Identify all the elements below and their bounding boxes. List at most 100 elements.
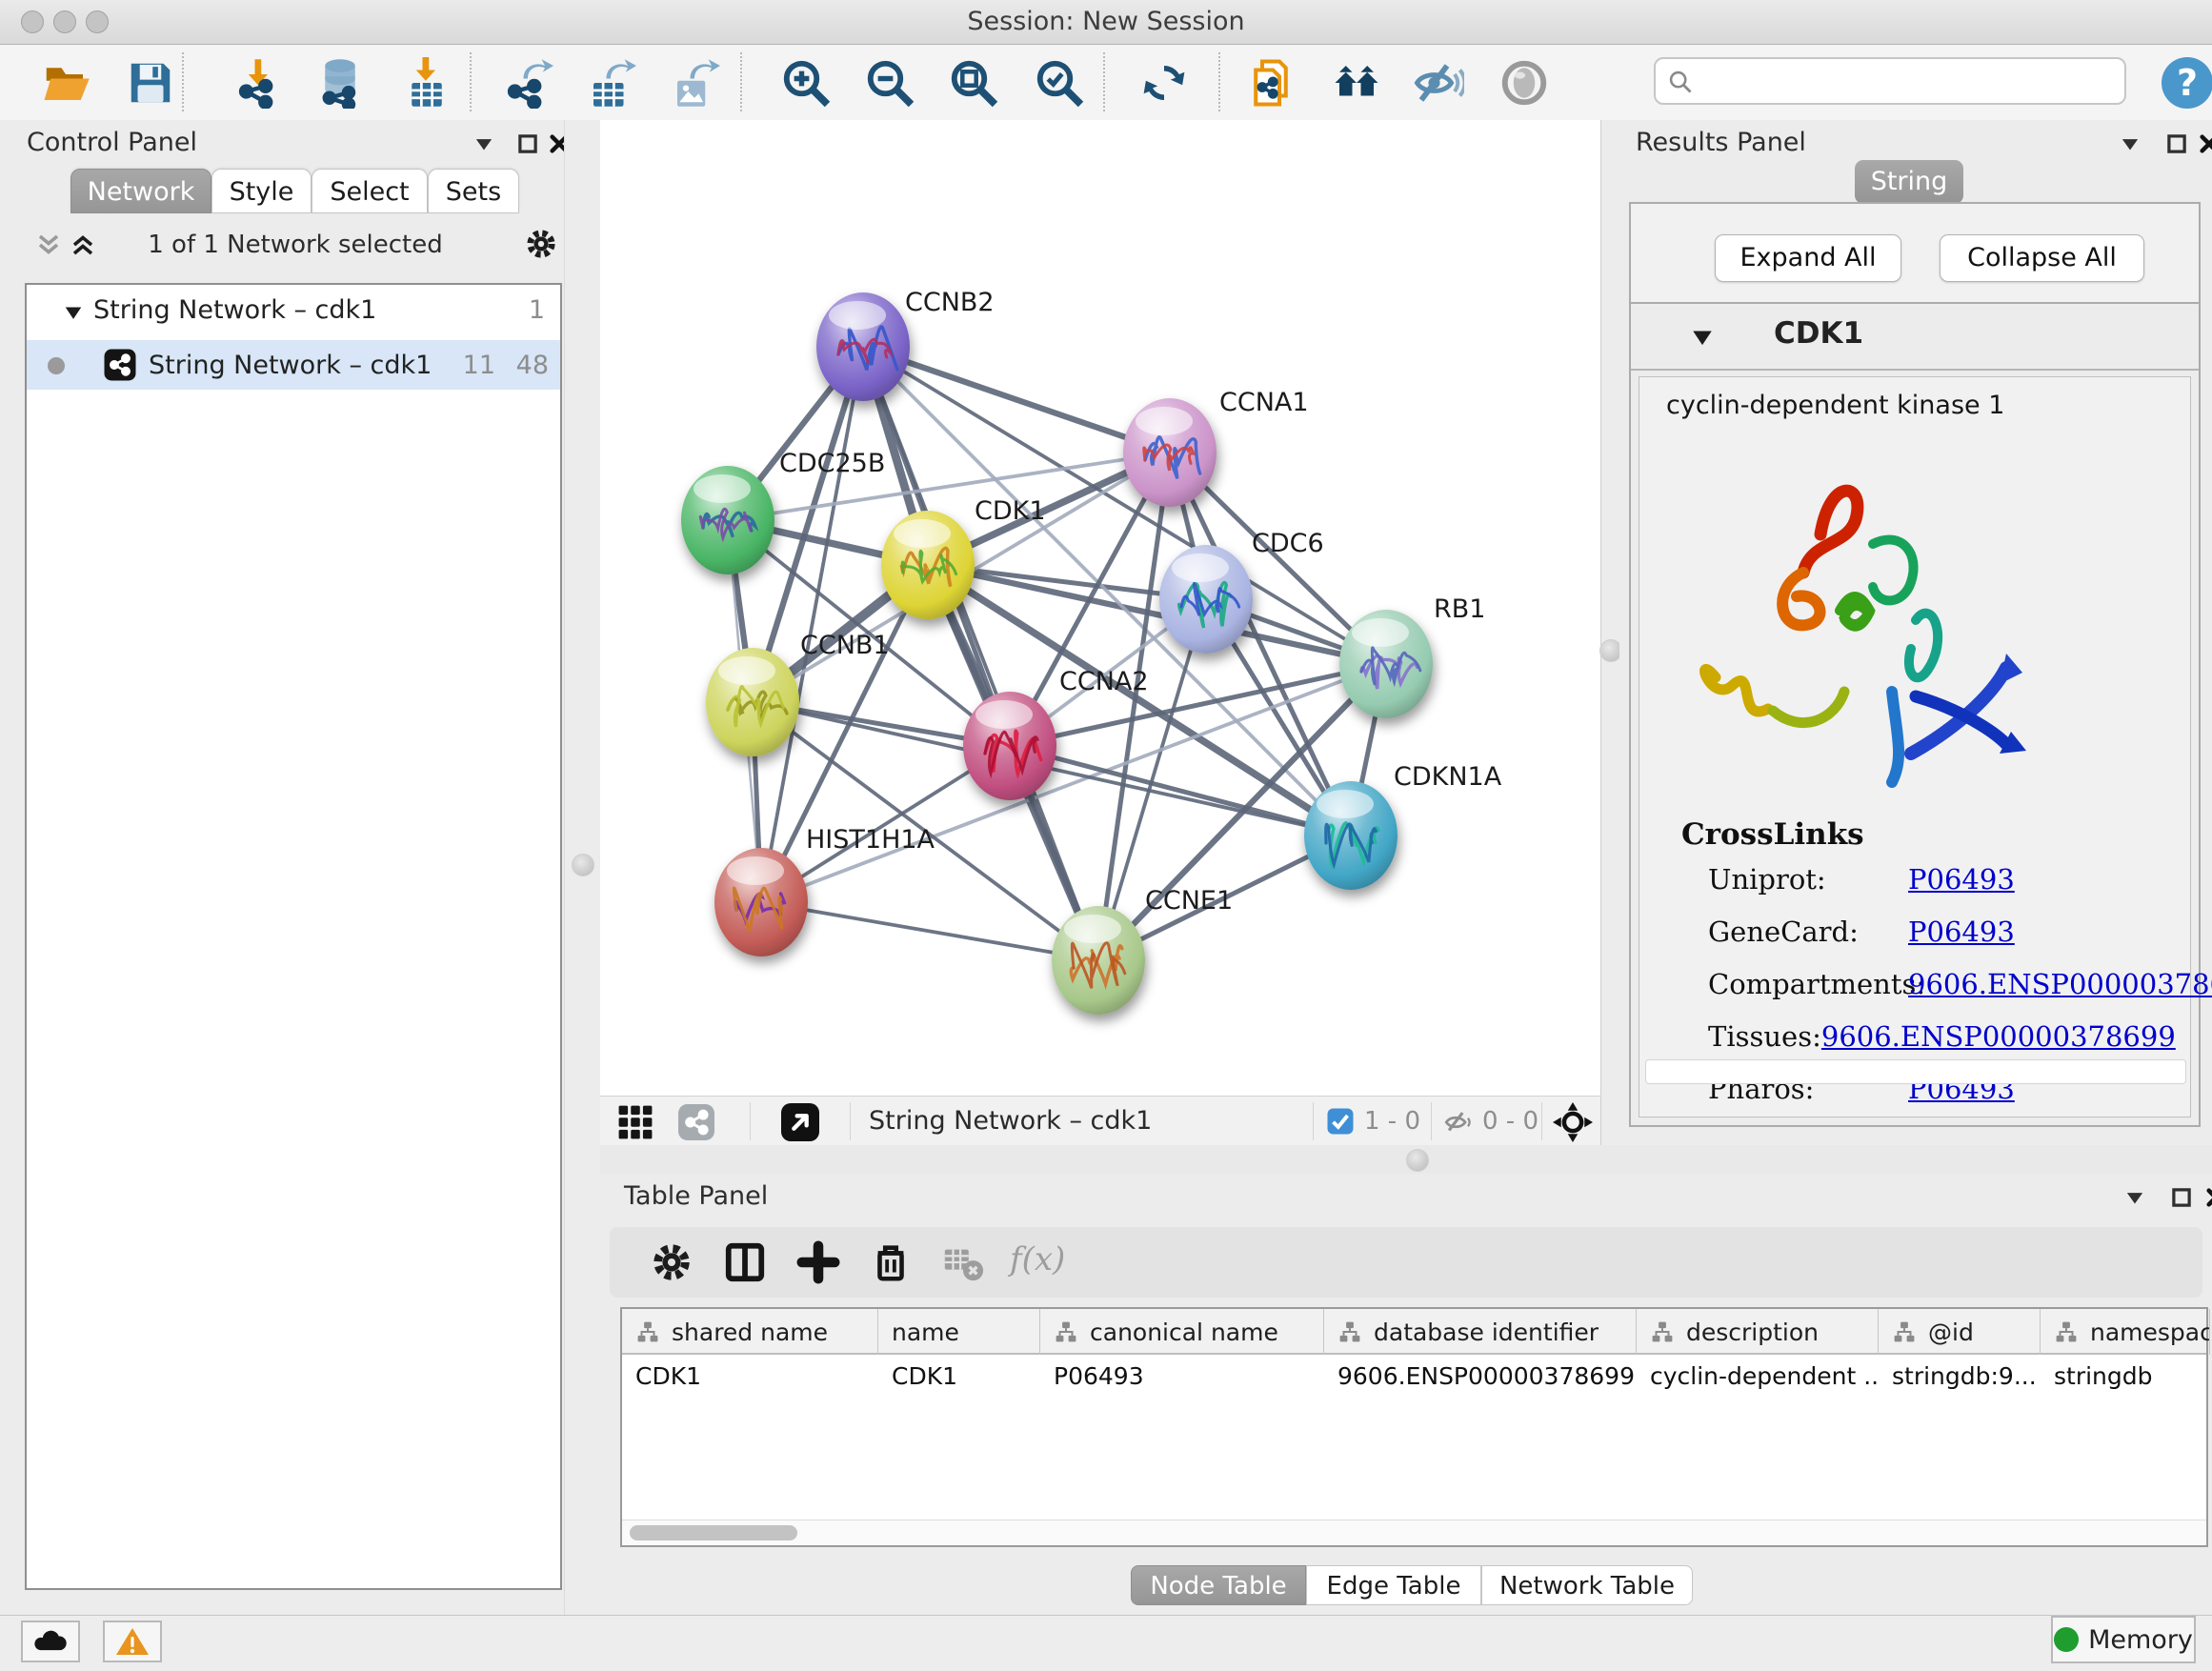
import-database-icon[interactable] [314, 57, 366, 109]
refresh-icon[interactable] [1138, 57, 1190, 109]
column-header-canonical-name[interactable]: canonical name [1040, 1309, 1324, 1355]
right-splitter[interactable] [1600, 120, 1620, 1145]
network-edge-CCNA1-CCNE1[interactable] [1098, 453, 1170, 960]
network-collection-row[interactable]: String Network – cdk1 1 [27, 287, 560, 336]
table-options-gear-icon[interactable] [650, 1240, 694, 1284]
panel-menu-icon[interactable] [2118, 131, 2142, 160]
hide-selected-icon[interactable] [1413, 57, 1464, 109]
network-node-CCNB2[interactable] [816, 292, 910, 401]
panel-close-icon[interactable] [2203, 1185, 2212, 1214]
network-canvas[interactable]: CCNB2CCNA1CDC25BCDK1CDC6RB1CCNB1CCNA2CDK… [600, 120, 1600, 1096]
network-node-CCNA1[interactable] [1123, 398, 1217, 507]
tab-style[interactable]: Style [211, 169, 312, 213]
selected-checkbox-icon[interactable] [1326, 1107, 1355, 1136]
table-cell[interactable]: stringdb [2041, 1355, 2210, 1397]
panel-float-icon[interactable] [2164, 131, 2189, 160]
cloud-status-button[interactable] [21, 1621, 80, 1662]
splitter-handle-icon[interactable] [572, 854, 594, 876]
network-node-CCNB1[interactable] [706, 648, 799, 756]
appearance-eye-icon[interactable] [1498, 57, 1550, 109]
clone-network-icon[interactable] [1245, 57, 1297, 109]
table-cell[interactable]: CDK1 [878, 1355, 1040, 1397]
column-header-description[interactable]: description [1637, 1309, 1879, 1355]
zoom-selected-icon[interactable] [1034, 57, 1085, 109]
zoom-in-icon[interactable] [780, 57, 832, 109]
network-graph[interactable]: CCNB2CCNA1CDC25BCDK1CDC6RB1CCNB1CCNA2CDK… [600, 120, 1600, 1096]
section-expander-icon[interactable] [1690, 325, 1715, 350]
collection-expander-icon[interactable] [63, 302, 84, 323]
birdseye-navigator-icon[interactable] [1553, 1102, 1593, 1142]
results-scrollbar[interactable] [1645, 1059, 2186, 1084]
table-cell[interactable]: 9606.ENSP00000378699 [1324, 1355, 1637, 1397]
network-view-icon[interactable] [678, 1104, 714, 1140]
table-cell[interactable]: P06493 [1040, 1355, 1324, 1397]
table-cell[interactable]: stringdb:9... [1879, 1355, 2041, 1397]
network-node-CDK1[interactable] [881, 511, 975, 619]
network-edge-HIST1H1A-CCNE1[interactable] [761, 902, 1098, 960]
table-cell[interactable]: cyclin-dependent ... [1637, 1355, 1879, 1397]
tab-sets[interactable]: Sets [428, 169, 519, 213]
panel-menu-icon[interactable] [472, 131, 496, 160]
tab-network-table[interactable]: Network Table [1481, 1565, 1693, 1605]
network-node-RB1[interactable] [1339, 610, 1433, 718]
search-input[interactable] [1701, 63, 2115, 101]
scrollbar-thumb[interactable] [630, 1525, 797, 1540]
column-header-database-identifier[interactable]: database identifier [1324, 1309, 1637, 1355]
gene-section-header[interactable]: CDK1 [1631, 304, 2199, 371]
import-table-icon[interactable] [401, 57, 452, 109]
column-header-shared-name[interactable]: shared name [622, 1309, 878, 1355]
panel-menu-icon[interactable] [2122, 1185, 2147, 1214]
zoom-out-icon[interactable] [864, 57, 915, 109]
tab-edge-table[interactable]: Edge Table [1306, 1565, 1481, 1605]
network-node-CDC6[interactable] [1159, 545, 1253, 654]
export-table-icon[interactable] [585, 57, 636, 109]
collapse-all-button[interactable]: Collapse All [1940, 234, 2144, 282]
save-session-icon[interactable] [125, 57, 176, 109]
left-splitter[interactable] [564, 120, 602, 1615]
table-row[interactable]: CDK1CDK1P064939606.ENSP00000378699cyclin… [622, 1355, 2206, 1397]
collapse-all-chevron-icon[interactable] [34, 231, 63, 259]
table-horizontal-scrollbar[interactable] [622, 1520, 2206, 1545]
open-file-icon[interactable] [40, 57, 91, 109]
column-header-namespace[interactable]: namespace [2041, 1309, 2210, 1355]
splitter-handle-icon[interactable] [1406, 1149, 1429, 1172]
tab-string[interactable]: String [1855, 160, 1963, 204]
table-cell[interactable]: CDK1 [622, 1355, 878, 1397]
crosslink-link[interactable]: P06493 [1908, 863, 2015, 896]
memory-button[interactable]: Memory [2051, 1616, 2196, 1663]
detach-view-icon[interactable] [781, 1103, 819, 1141]
column-header--id[interactable]: @id [1879, 1309, 2041, 1355]
show-columns-icon[interactable] [723, 1240, 767, 1284]
network-node-HIST1H1A[interactable] [714, 848, 808, 956]
export-image-icon[interactable] [669, 57, 720, 109]
panel-float-icon[interactable] [515, 131, 540, 160]
network-edge-CCNB2-CCNA1[interactable] [863, 347, 1170, 453]
crosslink-link[interactable]: P06493 [1908, 916, 2015, 948]
help-icon[interactable]: ? [2162, 57, 2212, 109]
tab-network[interactable]: Network [70, 169, 211, 213]
network-node-CCNA2[interactable] [963, 692, 1056, 800]
panel-close-icon[interactable] [2197, 131, 2212, 160]
network-options-gear-icon[interactable] [524, 227, 558, 261]
add-column-icon[interactable] [796, 1240, 840, 1284]
network-row-selected[interactable]: String Network – cdk1 11 48 [27, 340, 560, 390]
network-node-CCNE1[interactable] [1052, 906, 1145, 1015]
export-network-icon[interactable] [502, 57, 553, 109]
panel-float-icon[interactable] [2169, 1185, 2194, 1214]
warning-status-button[interactable] [103, 1621, 162, 1662]
crosslink-link[interactable]: 9606.ENSP00000378699 [1821, 1020, 2176, 1053]
tab-select[interactable]: Select [312, 169, 428, 213]
horizontal-splitter[interactable] [600, 1145, 2212, 1175]
expand-all-chevron-icon[interactable] [69, 231, 97, 259]
tab-node-table[interactable]: Node Table [1131, 1565, 1306, 1605]
crosslink-link[interactable]: 9606.ENSP00000378699 [1908, 968, 2212, 1000]
search-field[interactable] [1654, 57, 2126, 105]
import-network-icon[interactable] [233, 57, 285, 109]
network-edge-CDK1-RB1[interactable] [928, 565, 1386, 664]
delete-column-icon[interactable] [869, 1240, 913, 1284]
expand-all-button[interactable]: Expand All [1715, 234, 1901, 282]
column-header-name[interactable]: name [878, 1309, 1040, 1355]
network-node-CDKN1A[interactable] [1304, 781, 1398, 890]
grid-view-icon[interactable] [617, 1104, 654, 1140]
home-networks-icon[interactable] [1331, 57, 1382, 109]
